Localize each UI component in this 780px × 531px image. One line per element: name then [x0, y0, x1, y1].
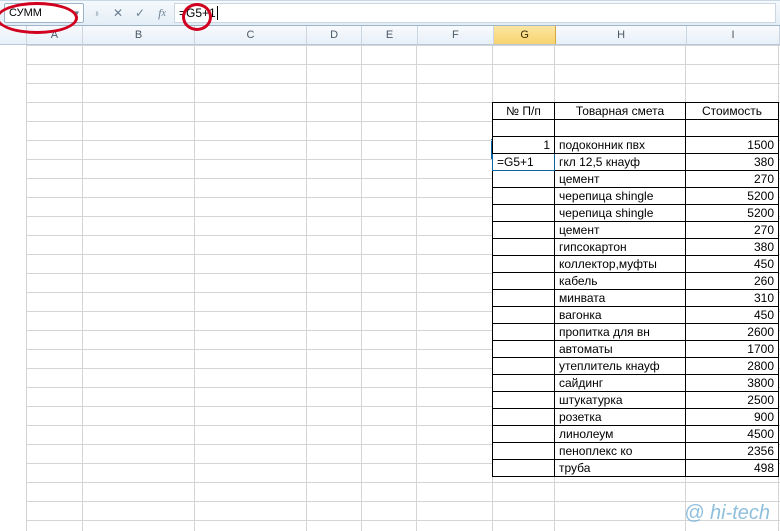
- formula-input[interactable]: =G5+1: [174, 3, 776, 23]
- table-cell-cost[interactable]: 2500: [686, 392, 779, 409]
- table-cell-cost[interactable]: 4500: [686, 426, 779, 443]
- table-header[interactable]: Стоимость: [686, 103, 779, 120]
- table-cell-cost[interactable]: 5200: [686, 188, 779, 205]
- table-cell-cost[interactable]: 450: [686, 307, 779, 324]
- table-cell-item[interactable]: гкл 12,5 кнауф: [555, 154, 686, 171]
- table-cell-cost[interactable]: 270: [686, 222, 779, 239]
- formula-input-text: =G5+1: [179, 6, 216, 20]
- table-cell-num[interactable]: [493, 358, 555, 375]
- table-cell-item[interactable]: автоматы: [555, 341, 686, 358]
- table-cell-item[interactable]: минвата: [555, 290, 686, 307]
- column-header-H[interactable]: H: [556, 26, 687, 44]
- table-cell-cost[interactable]: 2800: [686, 358, 779, 375]
- table-cell-num[interactable]: [493, 341, 555, 358]
- column-header-D[interactable]: D: [307, 26, 362, 44]
- table-cell[interactable]: [493, 120, 555, 137]
- table-cell-num[interactable]: [493, 222, 555, 239]
- table-cell-item[interactable]: подоконник пвх: [555, 137, 686, 154]
- table-cell-num[interactable]: [493, 290, 555, 307]
- table-cell-num[interactable]: [493, 307, 555, 324]
- table-cell-item[interactable]: гипсокартон: [555, 239, 686, 256]
- table-cell-cost[interactable]: 5200: [686, 205, 779, 222]
- name-box[interactable]: СУММ ▾: [4, 3, 84, 23]
- table-cell-cost[interactable]: 3800: [686, 375, 779, 392]
- table-cell-item[interactable]: кабель: [555, 273, 686, 290]
- table-cell-cost[interactable]: 310: [686, 290, 779, 307]
- table-cell-item[interactable]: черепица shingle: [555, 205, 686, 222]
- table-cell-num[interactable]: [493, 239, 555, 256]
- column-header-I[interactable]: I: [687, 26, 780, 44]
- table-cell-num[interactable]: 1: [493, 137, 555, 154]
- table-cell-cost[interactable]: 450: [686, 256, 779, 273]
- table-cell-item[interactable]: цемент: [555, 171, 686, 188]
- table-cell-item[interactable]: утеплитель кнауф: [555, 358, 686, 375]
- expand-button[interactable]: ◑: [86, 4, 106, 22]
- table-cell-num[interactable]: [493, 273, 555, 290]
- column-header-B[interactable]: B: [83, 26, 195, 44]
- table-cell-num[interactable]: =G5+1: [493, 154, 555, 171]
- table-cell-cost[interactable]: 1700: [686, 341, 779, 358]
- table-cell-cost[interactable]: 260: [686, 273, 779, 290]
- table-cell-num[interactable]: [493, 426, 555, 443]
- table-cell-cost[interactable]: 1500: [686, 137, 779, 154]
- name-box-value: СУММ: [9, 7, 42, 19]
- table-cell-item[interactable]: вагонка: [555, 307, 686, 324]
- table-cell-item[interactable]: коллектор,муфты: [555, 256, 686, 273]
- table-cell-item[interactable]: пеноплекс ко: [555, 443, 686, 460]
- table-cell-item[interactable]: сайдинг: [555, 375, 686, 392]
- table-cell-num[interactable]: [493, 324, 555, 341]
- table-cell-num[interactable]: [493, 205, 555, 222]
- table-cell-num[interactable]: [493, 443, 555, 460]
- table-cell[interactable]: [686, 120, 779, 137]
- name-box-dropdown-icon[interactable]: ▾: [73, 7, 79, 20]
- table-cell-cost[interactable]: 498: [686, 460, 779, 477]
- select-all-corner[interactable]: [0, 26, 27, 44]
- table-cell-num[interactable]: [493, 460, 555, 477]
- column-headers: ABCDEFGHI: [0, 26, 780, 45]
- column-header-G[interactable]: G: [494, 26, 556, 44]
- table-cell-item[interactable]: цемент: [555, 222, 686, 239]
- table-cell-num[interactable]: [493, 375, 555, 392]
- table-cell-item[interactable]: черепица shingle: [555, 188, 686, 205]
- table-cell-num[interactable]: [493, 171, 555, 188]
- column-header-C[interactable]: C: [195, 26, 307, 44]
- table-cell[interactable]: [555, 120, 686, 137]
- table-cell-num[interactable]: [493, 392, 555, 409]
- table-cell-item[interactable]: пропитка для вн: [555, 324, 686, 341]
- table-header[interactable]: Товарная смета: [555, 103, 686, 120]
- table-header[interactable]: № П/п: [493, 103, 555, 120]
- table-cell-cost[interactable]: 380: [686, 154, 779, 171]
- table-cell-item[interactable]: розетка: [555, 409, 686, 426]
- table-cell-num[interactable]: [493, 256, 555, 273]
- table-cell-item[interactable]: труба: [555, 460, 686, 477]
- table-cell-cost[interactable]: 2356: [686, 443, 779, 460]
- enter-button[interactable]: ✓: [130, 4, 150, 22]
- fx-button[interactable]: fx: [152, 4, 172, 22]
- table-cell-item[interactable]: линолеум: [555, 426, 686, 443]
- table-cell-item[interactable]: штукатурка: [555, 392, 686, 409]
- text-caret: [217, 6, 218, 20]
- column-header-E[interactable]: E: [362, 26, 417, 44]
- table-cell-cost[interactable]: 380: [686, 239, 779, 256]
- spreadsheet-grid[interactable]: № П/пТоварная сметаСтоимость 1подоконник …: [0, 45, 780, 531]
- cancel-button[interactable]: ✕: [108, 4, 128, 22]
- table-cell-cost[interactable]: 2600: [686, 324, 779, 341]
- data-table: № П/пТоварная сметаСтоимость 1подоконник …: [492, 102, 779, 477]
- table-cell-num[interactable]: [493, 188, 555, 205]
- column-header-F[interactable]: F: [418, 26, 494, 44]
- table-cell-num[interactable]: [493, 409, 555, 426]
- formula-bar: СУММ ▾ ◑ ✕ ✓ fx =G5+1: [0, 0, 780, 26]
- table-cell-cost[interactable]: 900: [686, 409, 779, 426]
- table-cell-cost[interactable]: 270: [686, 171, 779, 188]
- column-header-A[interactable]: A: [27, 26, 83, 44]
